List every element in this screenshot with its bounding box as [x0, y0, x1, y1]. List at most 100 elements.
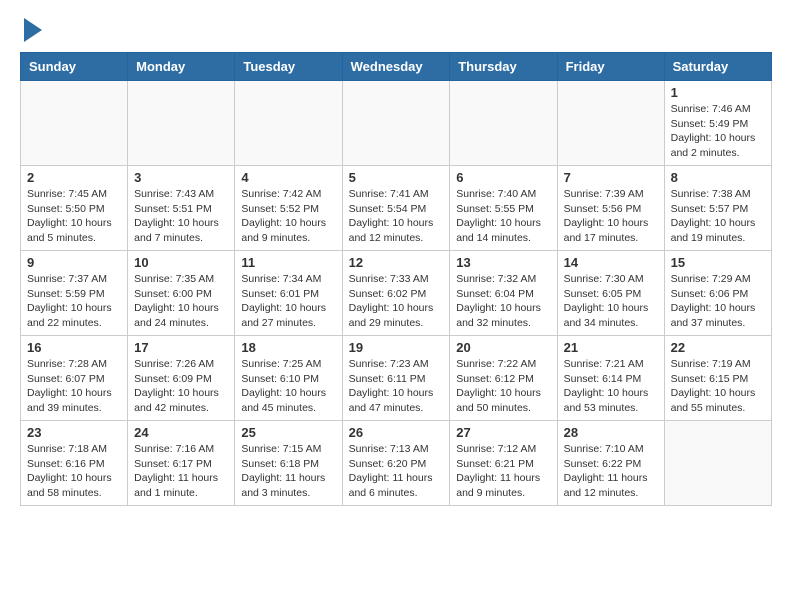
- day-number: 22: [671, 340, 765, 355]
- day-cell: [664, 421, 771, 506]
- day-number: 5: [349, 170, 444, 185]
- day-cell: 19 Sunrise: 7:23 AM Sunset: 6:11 PM Dayli…: [342, 336, 450, 421]
- day-info-text: Sunrise: 7:33 AM Sunset: 6:02 PM Dayligh…: [349, 272, 444, 331]
- day-cell: 24 Sunrise: 7:16 AM Sunset: 6:17 PM Dayli…: [128, 421, 235, 506]
- day-number: 27: [456, 425, 550, 440]
- day-info-text: Sunrise: 7:46 AM Sunset: 5:49 PM Dayligh…: [671, 102, 765, 161]
- col-header-thursday: Thursday: [450, 53, 557, 81]
- day-info-text: Sunrise: 7:10 AM Sunset: 6:22 PM Dayligh…: [564, 442, 658, 501]
- day-cell: 22 Sunrise: 7:19 AM Sunset: 6:15 PM Dayli…: [664, 336, 771, 421]
- day-cell: [128, 81, 235, 166]
- day-cell: 21Sunrise: 7:21 AM Sunset: 6:14 PM Dayli…: [557, 336, 664, 421]
- day-cell: [235, 81, 342, 166]
- day-cell: [342, 81, 450, 166]
- day-cell: 27 Sunrise: 7:12 AM Sunset: 6:21 PM Dayli…: [450, 421, 557, 506]
- day-info-text: Sunrise: 7:37 AM Sunset: 5:59 PM Dayligh…: [27, 272, 121, 331]
- col-header-monday: Monday: [128, 53, 235, 81]
- day-cell: [450, 81, 557, 166]
- day-cell: [21, 81, 128, 166]
- day-cell: 18Sunrise: 7:25 AM Sunset: 6:10 PM Dayli…: [235, 336, 342, 421]
- day-info-text: Sunrise: 7:28 AM Sunset: 6:07 PM Dayligh…: [27, 357, 121, 416]
- day-cell: 7 Sunrise: 7:39 AM Sunset: 5:56 PM Daylig…: [557, 166, 664, 251]
- day-number: 10: [134, 255, 228, 270]
- day-cell: 13 Sunrise: 7:32 AM Sunset: 6:04 PM Dayli…: [450, 251, 557, 336]
- day-info-text: Sunrise: 7:43 AM Sunset: 5:51 PM Dayligh…: [134, 187, 228, 246]
- col-header-tuesday: Tuesday: [235, 53, 342, 81]
- day-number: 14: [564, 255, 658, 270]
- day-cell: 15Sunrise: 7:29 AM Sunset: 6:06 PM Dayli…: [664, 251, 771, 336]
- week-row-1: 1 Sunrise: 7:46 AM Sunset: 5:49 PM Daylig…: [21, 81, 772, 166]
- day-cell: 9 Sunrise: 7:37 AM Sunset: 5:59 PM Daylig…: [21, 251, 128, 336]
- day-cell: 1 Sunrise: 7:46 AM Sunset: 5:49 PM Daylig…: [664, 81, 771, 166]
- day-number: 26: [349, 425, 444, 440]
- day-cell: 26 Sunrise: 7:13 AM Sunset: 6:20 PM Dayli…: [342, 421, 450, 506]
- col-header-sunday: Sunday: [21, 53, 128, 81]
- day-info-text: Sunrise: 7:32 AM Sunset: 6:04 PM Dayligh…: [456, 272, 550, 331]
- day-cell: 17 Sunrise: 7:26 AM Sunset: 6:09 PM Dayli…: [128, 336, 235, 421]
- day-info-text: Sunrise: 7:19 AM Sunset: 6:15 PM Dayligh…: [671, 357, 765, 416]
- day-cell: 28 Sunrise: 7:10 AM Sunset: 6:22 PM Dayli…: [557, 421, 664, 506]
- day-cell: 5 Sunrise: 7:41 AM Sunset: 5:54 PM Daylig…: [342, 166, 450, 251]
- day-cell: 2 Sunrise: 7:45 AM Sunset: 5:50 PM Daylig…: [21, 166, 128, 251]
- day-info-text: Sunrise: 7:42 AM Sunset: 5:52 PM Dayligh…: [241, 187, 335, 246]
- calendar-header-row: SundayMondayTuesdayWednesdayThursdayFrid…: [21, 53, 772, 81]
- day-number: 9: [27, 255, 121, 270]
- day-info-text: Sunrise: 7:40 AM Sunset: 5:55 PM Dayligh…: [456, 187, 550, 246]
- day-cell: 10 Sunrise: 7:35 AM Sunset: 6:00 PM Dayli…: [128, 251, 235, 336]
- day-info-text: Sunrise: 7:23 AM Sunset: 6:11 PM Dayligh…: [349, 357, 444, 416]
- day-number: 23: [27, 425, 121, 440]
- logo-arrow-icon: [24, 18, 42, 42]
- day-number: 2: [27, 170, 121, 185]
- col-header-friday: Friday: [557, 53, 664, 81]
- day-cell: 3 Sunrise: 7:43 AM Sunset: 5:51 PM Daylig…: [128, 166, 235, 251]
- day-number: 7: [564, 170, 658, 185]
- day-cell: 4 Sunrise: 7:42 AM Sunset: 5:52 PM Daylig…: [235, 166, 342, 251]
- day-number: 28: [564, 425, 658, 440]
- day-number: 17: [134, 340, 228, 355]
- day-info-text: Sunrise: 7:35 AM Sunset: 6:00 PM Dayligh…: [134, 272, 228, 331]
- day-info-text: Sunrise: 7:15 AM Sunset: 6:18 PM Dayligh…: [241, 442, 335, 501]
- col-header-wednesday: Wednesday: [342, 53, 450, 81]
- calendar-table: SundayMondayTuesdayWednesdayThursdayFrid…: [20, 52, 772, 506]
- day-info-text: Sunrise: 7:26 AM Sunset: 6:09 PM Dayligh…: [134, 357, 228, 416]
- day-number: 13: [456, 255, 550, 270]
- day-info-text: Sunrise: 7:22 AM Sunset: 6:12 PM Dayligh…: [456, 357, 550, 416]
- day-info-text: Sunrise: 7:12 AM Sunset: 6:21 PM Dayligh…: [456, 442, 550, 501]
- day-number: 4: [241, 170, 335, 185]
- day-info-text: Sunrise: 7:38 AM Sunset: 5:57 PM Dayligh…: [671, 187, 765, 246]
- day-number: 20: [456, 340, 550, 355]
- day-cell: 23 Sunrise: 7:18 AM Sunset: 6:16 PM Dayli…: [21, 421, 128, 506]
- logo: [20, 20, 42, 42]
- day-number: 3: [134, 170, 228, 185]
- week-row-5: 23 Sunrise: 7:18 AM Sunset: 6:16 PM Dayli…: [21, 421, 772, 506]
- day-info-text: Sunrise: 7:41 AM Sunset: 5:54 PM Dayligh…: [349, 187, 444, 246]
- day-info-text: Sunrise: 7:18 AM Sunset: 6:16 PM Dayligh…: [27, 442, 121, 501]
- day-info-text: Sunrise: 7:16 AM Sunset: 6:17 PM Dayligh…: [134, 442, 228, 501]
- day-number: 8: [671, 170, 765, 185]
- day-number: 16: [27, 340, 121, 355]
- day-number: 1: [671, 85, 765, 100]
- day-info-text: Sunrise: 7:13 AM Sunset: 6:20 PM Dayligh…: [349, 442, 444, 501]
- day-cell: 14 Sunrise: 7:30 AM Sunset: 6:05 PM Dayli…: [557, 251, 664, 336]
- day-number: 11: [241, 255, 335, 270]
- day-cell: 12Sunrise: 7:33 AM Sunset: 6:02 PM Dayli…: [342, 251, 450, 336]
- day-info-text: Sunrise: 7:30 AM Sunset: 6:05 PM Dayligh…: [564, 272, 658, 331]
- day-cell: 8 Sunrise: 7:38 AM Sunset: 5:57 PM Daylig…: [664, 166, 771, 251]
- day-cell: 11 Sunrise: 7:34 AM Sunset: 6:01 PM Dayli…: [235, 251, 342, 336]
- day-info-text: Sunrise: 7:45 AM Sunset: 5:50 PM Dayligh…: [27, 187, 121, 246]
- week-row-4: 16 Sunrise: 7:28 AM Sunset: 6:07 PM Dayli…: [21, 336, 772, 421]
- day-info-text: Sunrise: 7:39 AM Sunset: 5:56 PM Dayligh…: [564, 187, 658, 246]
- page-header: [20, 20, 772, 42]
- day-cell: 16 Sunrise: 7:28 AM Sunset: 6:07 PM Dayli…: [21, 336, 128, 421]
- week-row-2: 2 Sunrise: 7:45 AM Sunset: 5:50 PM Daylig…: [21, 166, 772, 251]
- day-number: 21: [564, 340, 658, 355]
- day-number: 6: [456, 170, 550, 185]
- day-info-text: Sunrise: 7:34 AM Sunset: 6:01 PM Dayligh…: [241, 272, 335, 331]
- day-number: 19: [349, 340, 444, 355]
- day-cell: [557, 81, 664, 166]
- col-header-saturday: Saturday: [664, 53, 771, 81]
- day-number: 24: [134, 425, 228, 440]
- day-cell: 20 Sunrise: 7:22 AM Sunset: 6:12 PM Dayli…: [450, 336, 557, 421]
- day-number: 15: [671, 255, 765, 270]
- day-number: 25: [241, 425, 335, 440]
